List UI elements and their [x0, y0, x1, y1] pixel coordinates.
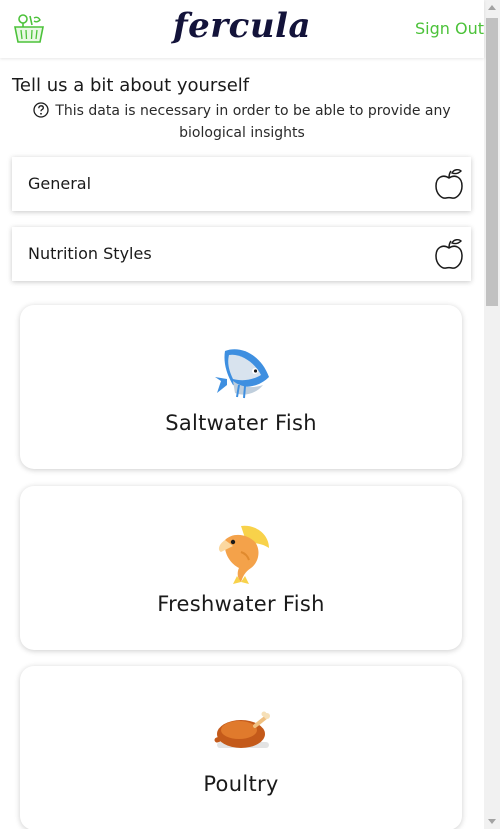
food-card-poultry[interactable]: Poultry — [20, 666, 462, 829]
scroll-up-arrow-icon[interactable] — [488, 5, 496, 10]
scrollbar[interactable] — [484, 0, 500, 829]
top-bar: fercula Sign Out — [0, 0, 484, 58]
food-card-saltwater-fish[interactable]: Saltwater Fish — [20, 305, 462, 469]
section-general[interactable]: General — [12, 157, 471, 211]
food-card-poultry-label: Poultry — [203, 772, 279, 796]
apple-icon — [435, 238, 463, 269]
page: fercula Sign Out Tell us a bit about you… — [0, 0, 500, 829]
apple-icon — [435, 168, 463, 199]
section-nutrition-styles-label: Nutrition Styles — [28, 244, 152, 263]
intro-note-text: This data is necessary in order to be ab… — [55, 103, 451, 141]
question-circle-icon — [33, 102, 50, 118]
section-general-label: General — [28, 174, 92, 193]
page-title: Tell us a bit about yourself — [12, 75, 250, 96]
section-nutrition-styles[interactable]: Nutrition Styles — [12, 227, 471, 281]
brand-logo[interactable]: fercula — [0, 6, 484, 46]
scroll-down-arrow-icon[interactable] — [488, 819, 496, 824]
food-card-freshwater-fish-label: Freshwater Fish — [157, 592, 325, 616]
saltwater-fish-icon — [215, 349, 269, 399]
scrollbar-thumb[interactable] — [486, 18, 498, 306]
freshwater-fish-icon — [218, 525, 269, 584]
roast-chicken-icon — [214, 711, 270, 748]
intro-note: This data is necessary in order to be ab… — [20, 100, 464, 144]
food-card-saltwater-fish-label: Saltwater Fish — [165, 411, 317, 435]
food-card-freshwater-fish[interactable]: Freshwater Fish — [20, 486, 462, 650]
sign-out-button[interactable]: Sign Out — [415, 19, 484, 38]
